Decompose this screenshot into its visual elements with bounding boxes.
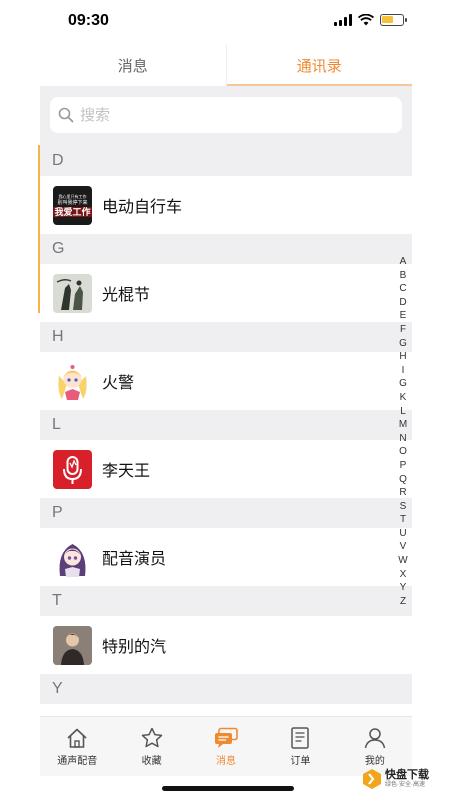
alphabet-index-letter[interactable]: O (399, 445, 407, 459)
contact-row[interactable]: 光棍节 (40, 264, 412, 322)
home-indicator (162, 786, 294, 791)
nav-favorites[interactable]: 收藏 (114, 717, 188, 776)
search-icon (58, 107, 74, 123)
section-header-l: L (40, 410, 412, 440)
contact-list: D 我心里只有工作 别叫我停下来 我爱工作 电动自行车 G 光棍节 H 火警 L… (40, 146, 412, 716)
contact-row[interactable]: 特别的汽 (40, 616, 412, 674)
alphabet-index-letter[interactable]: V (400, 540, 407, 554)
alphabet-index-letter[interactable]: C (399, 282, 406, 296)
watermark-logo: 快盘下载 绿色·安全·高速 (362, 768, 429, 790)
order-list-icon (291, 726, 310, 749)
nav-home-label: 通声配音 (57, 755, 98, 767)
alphabet-index-letter[interactable]: X (400, 568, 407, 582)
contact-name: 光棍节 (102, 287, 151, 304)
status-icons (334, 14, 407, 26)
status-bar: 09:30 (0, 0, 450, 44)
section-header-h: H (40, 322, 412, 352)
wifi-icon (358, 14, 374, 26)
alphabet-index-letter[interactable]: T (400, 513, 406, 527)
alphabet-index-letter[interactable]: B (400, 269, 407, 283)
contact-row[interactable]: 李天王 (40, 440, 412, 498)
home-icon (67, 728, 87, 748)
chat-bubbles-icon (215, 727, 238, 748)
star-icon (141, 727, 162, 747)
contact-row[interactable] (40, 704, 412, 716)
section-header-p: P (40, 498, 412, 528)
section-header-y: Y (40, 674, 412, 704)
alphabet-index-letter[interactable]: E (400, 309, 407, 323)
alphabet-index-letter[interactable]: F (400, 323, 406, 337)
nav-messages-label: 消息 (216, 755, 237, 767)
search-box[interactable] (50, 97, 402, 133)
contact-name: 配音演员 (102, 551, 167, 568)
man-photo-avatar (53, 625, 92, 665)
section-header-d: D (40, 146, 412, 176)
contact-name: 特别的汽 (102, 639, 167, 656)
watermark-title: 快盘下载 (385, 769, 429, 781)
nav-favorites-label: 收藏 (141, 755, 162, 767)
alphabet-index-letter[interactable]: S (400, 500, 407, 514)
alphabet-index-letter[interactable]: M (399, 418, 407, 432)
segment-tabs: 消息 通讯录 (40, 44, 412, 86)
anime-girl-avatar (53, 361, 92, 401)
alphabet-index-letter[interactable]: R (399, 486, 406, 500)
tab-messages[interactable]: 消息 (40, 44, 226, 86)
contacts-panel: D 我心里只有工作 别叫我停下来 我爱工作 电动自行车 G 光棍节 (40, 86, 412, 716)
nav-messages[interactable]: 消息 (189, 717, 263, 776)
status-time: 09:30 (68, 12, 109, 29)
search-input[interactable] (80, 106, 380, 124)
alphabet-index-letter[interactable]: H (399, 350, 406, 364)
person-icon (364, 727, 386, 748)
watermark-icon (363, 769, 381, 789)
tab-contacts[interactable]: 通讯录 (225, 44, 413, 86)
ink-painting-avatar (53, 273, 92, 313)
contact-name: 电动自行车 (102, 199, 183, 216)
bottom-nav: 通声配音 收藏 消息 订单 我的 (40, 716, 412, 776)
alphabet-index-letter[interactable]: G (399, 377, 407, 391)
watermark-subtitle: 绿色·安全·高速 (385, 782, 425, 788)
alphabet-index-letter[interactable]: Q (399, 473, 407, 487)
nav-orders[interactable]: 订单 (263, 717, 337, 776)
alphabet-index-letter[interactable]: A (400, 255, 407, 269)
alphabet-index-letter[interactable]: N (399, 432, 406, 446)
section-header-t: T (40, 586, 412, 616)
alphabet-index-letter[interactable]: W (398, 554, 407, 568)
nav-profile-label: 我的 (364, 755, 385, 767)
contact-name: 李天王 (102, 463, 151, 480)
selection-accent-bar (38, 145, 40, 313)
contact-row[interactable]: 我心里只有工作 别叫我停下来 我爱工作 电动自行车 (40, 176, 412, 234)
nav-orders-label: 订单 (290, 755, 311, 767)
alphabet-index-letter[interactable]: I (402, 364, 405, 378)
purple-hair-avatar (53, 537, 92, 577)
cellular-signal-icon (334, 14, 352, 26)
contact-row[interactable]: 火警 (40, 352, 412, 410)
alphabet-index-letter[interactable]: K (400, 391, 407, 405)
alphabet-index-letter[interactable]: G (399, 337, 407, 351)
alphabet-index-letter[interactable]: Z (400, 595, 406, 609)
alphabet-index[interactable]: ABCDEFGHIGKLMNOPQRSTUVWXYZ (396, 255, 410, 608)
alphabet-index-letter[interactable]: P (400, 459, 407, 473)
red-microphone-avatar (53, 449, 92, 489)
battery-icon (380, 14, 407, 26)
nav-home[interactable]: 通声配音 (40, 717, 114, 776)
alphabet-index-letter[interactable]: D (399, 296, 406, 310)
poster-avatar: 我心里只有工作 别叫我停下来 我爱工作 (53, 185, 92, 225)
alphabet-index-letter[interactable]: L (400, 405, 406, 419)
alphabet-index-letter[interactable]: U (399, 527, 406, 541)
alphabet-index-letter[interactable]: Y (400, 581, 407, 595)
section-header-g: G (40, 234, 412, 264)
contact-row[interactable]: 配音演员 (40, 528, 412, 586)
contact-name: 火警 (102, 375, 135, 392)
